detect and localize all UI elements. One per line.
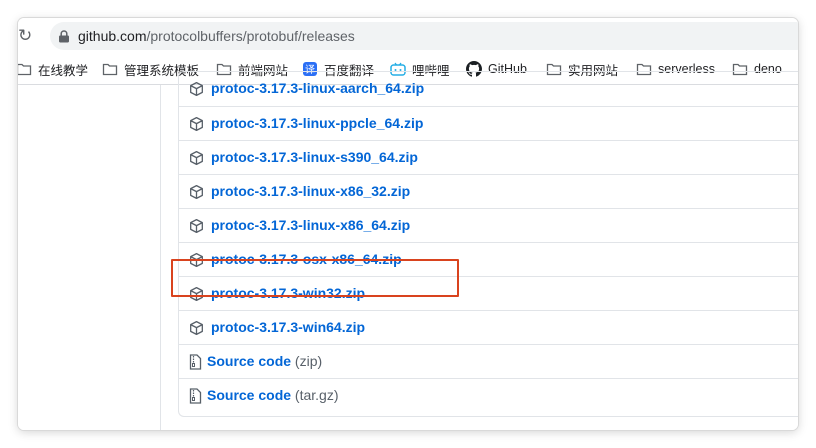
asset-row: protoc-3.17.3-linux-x86_32.zip <box>179 174 798 208</box>
bookmark-label: 在线教学 <box>38 63 89 78</box>
asset-link[interactable]: protoc-3.17.3-linux-aarch_64.zip <box>211 80 424 97</box>
source-code-row: Source code (tar.gz) <box>179 378 798 412</box>
folder-icon <box>102 63 118 76</box>
package-icon <box>190 184 203 200</box>
reload-icon[interactable]: ↻ <box>18 26 34 46</box>
package-icon <box>190 218 203 234</box>
toolbar: ↻ github.com/protocolbuffers/protobuf/re… <box>18 18 798 54</box>
asset-link[interactable]: protoc-3.17.3-linux-x86_64.zip <box>211 217 410 234</box>
asset-link[interactable]: protoc-3.17.3-linux-ppcle_64.zip <box>211 115 423 132</box>
lock-icon[interactable] <box>58 30 70 43</box>
asset-link[interactable]: protoc-3.17.3-linux-s390_64.zip <box>211 149 418 166</box>
url-host: github.com <box>78 28 147 44</box>
page-content: protoc-3.17.3-linux-aarch_64.zip protoc-… <box>18 71 798 430</box>
source-code-label: Source code <box>207 387 292 403</box>
source-code-row: Source code (zip) <box>179 344 798 378</box>
asset-link[interactable]: protoc-3.17.3-linux-x86_32.zip <box>211 183 410 200</box>
package-icon <box>190 150 203 166</box>
highlight-box <box>171 259 459 297</box>
url-text[interactable]: github.com/protocolbuffers/protobuf/rele… <box>78 28 355 44</box>
file-zip-icon <box>189 388 202 404</box>
asset-row: protoc-3.17.3-win64.zip <box>179 310 798 344</box>
package-icon <box>190 320 203 336</box>
release-assets-list: protoc-3.17.3-linux-aarch_64.zip protoc-… <box>178 71 798 417</box>
asset-row: protoc-3.17.3-linux-s390_64.zip <box>179 140 798 174</box>
asset-link[interactable]: protoc-3.17.3-win64.zip <box>211 319 365 336</box>
package-icon <box>190 81 203 97</box>
folder-icon <box>18 63 32 76</box>
asset-row: protoc-3.17.3-linux-ppcle_64.zip <box>179 106 798 140</box>
source-code-ext: (zip) <box>294 353 323 369</box>
bookmark-zaixian-jiaoxue[interactable]: 在线教学 <box>18 60 88 78</box>
package-icon <box>190 116 203 132</box>
url-path: /protocolbuffers/protobuf/releases <box>146 28 355 44</box>
asset-row: protoc-3.17.3-linux-x86_64.zip <box>179 208 798 242</box>
source-code-ext: (tar.gz) <box>294 387 339 403</box>
source-code-zip-link[interactable]: Source code (zip) <box>207 353 322 370</box>
address-bar[interactable]: github.com/protocolbuffers/protobuf/rele… <box>50 22 798 50</box>
file-zip-icon <box>189 354 202 370</box>
browser-window: ↻ github.com/protocolbuffers/protobuf/re… <box>18 18 798 430</box>
source-code-targz-link[interactable]: Source code (tar.gz) <box>207 387 339 404</box>
sidebar-divider <box>160 85 161 430</box>
asset-row: protoc-3.17.3-linux-aarch_64.zip <box>179 72 798 105</box>
source-code-label: Source code <box>207 353 292 369</box>
